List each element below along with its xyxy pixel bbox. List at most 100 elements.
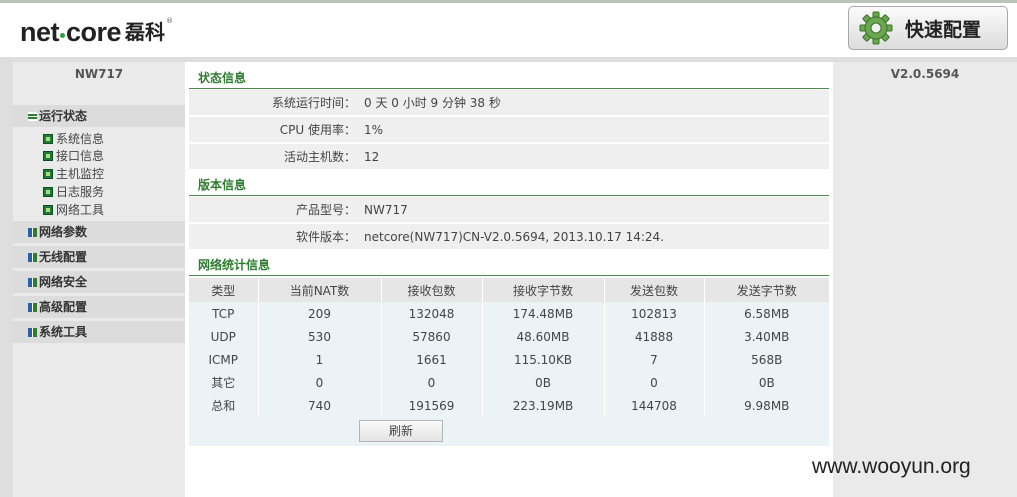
info-label: CPU 使用率： — [279, 123, 356, 137]
column-header: 接收包数 — [380, 278, 482, 302]
column-header: 接收字节数 — [481, 278, 604, 302]
logo-registered-mark: ® — [166, 17, 174, 25]
sidebar-item-interface-info[interactable]: 接口信息 — [43, 148, 104, 165]
table-row: UDP 530 57860 48.60MB 41888 3.40MB — [189, 325, 829, 348]
net-stats-table: 类型 当前NAT数 接收包数 接收字节数 发送包数 发送字节数 TCP 209 … — [189, 278, 829, 417]
table-cell: 530 — [257, 325, 381, 348]
expand-icon — [28, 278, 37, 287]
logo-text-net: net — [20, 17, 60, 47]
bullet-icon — [43, 205, 53, 215]
table-cell: 48.60MB — [481, 325, 604, 348]
sidebar-section-label: 网络参数 — [39, 225, 88, 239]
column-header: 类型 — [189, 278, 258, 302]
table-cell: 115.10KB — [481, 348, 604, 371]
sidebar-section-run-status[interactable]: 运行状态 — [13, 105, 185, 127]
info-row-active-hosts: 活动主机数： 12 — [189, 144, 829, 170]
sidebar-item-host-monitor[interactable]: 主机监控 — [43, 166, 104, 183]
table-row: TCP 209 132048 174.48MB 102813 6.58MB — [189, 302, 829, 325]
table-cell: 0 — [380, 371, 482, 394]
table-cell: UDP — [210, 329, 236, 344]
table-cell: 总和 — [211, 399, 236, 413]
table-cell: 132048 — [380, 302, 482, 325]
expand-icon — [28, 303, 37, 312]
logo-text-core: core — [66, 17, 122, 47]
table-cell: 223.19MB — [481, 394, 604, 417]
table-cell: 191569 — [380, 394, 482, 417]
expand-icon — [28, 228, 37, 237]
info-value: netcore(NW717)CN-V2.0.5694, 2013.10.17 1… — [364, 230, 664, 244]
sidebar-section-label: 无线配置 — [39, 250, 88, 264]
main-panel: 状态信息 系统运行时间： 0 天 0 小时 9 分钟 38 秒 CPU 使用率：… — [185, 62, 833, 497]
table-cell: 3.40MB — [703, 325, 829, 348]
sidebar-item-label: 接口信息 — [56, 149, 105, 163]
sidebar-section-label: 网络安全 — [39, 275, 88, 289]
sidebar-section-label: 系统工具 — [39, 325, 88, 339]
info-row-cpu: CPU 使用率： 1% — [189, 117, 829, 143]
collapse-icon — [28, 112, 37, 121]
table-cell: 9.98MB — [703, 394, 829, 417]
refresh-button[interactable]: 刷新 — [359, 420, 443, 442]
refresh-area: 刷新 — [189, 416, 829, 446]
top-header: net core 磊科 ® 快速配置 — [0, 0, 1017, 57]
table-cell: 740 — [257, 394, 381, 417]
sidebar-section-system-tools[interactable]: 系统工具 — [13, 321, 185, 343]
column-header: 发送字节数 — [703, 278, 829, 302]
expand-icon — [28, 328, 37, 337]
watermark: www.wooyun.org — [812, 455, 971, 478]
section-title-net-stats: 网络统计信息 — [189, 253, 829, 276]
info-value: 12 — [364, 150, 380, 164]
table-cell: 0B — [703, 371, 829, 394]
sidebar-section-wireless[interactable]: 无线配置 — [13, 246, 185, 268]
sidebar-item-label: 主机监控 — [56, 167, 105, 181]
table-row: 总和 740 191569 223.19MB 144708 9.98MB — [189, 394, 829, 417]
info-label: 活动主机数： — [283, 150, 356, 164]
info-value: NW717 — [364, 203, 408, 217]
netcore-logo: net core 磊科 ® — [20, 17, 173, 47]
table-cell: 144708 — [603, 394, 704, 417]
bullet-icon — [43, 169, 53, 179]
table-cell: 0 — [257, 371, 381, 394]
right-panel: V2.0.5694 — [833, 62, 1017, 497]
table-cell: 6.58MB — [703, 302, 829, 325]
section-title-version: 版本信息 — [189, 173, 829, 196]
sidebar-section-label: 高级配置 — [39, 300, 88, 314]
column-header: 当前NAT数 — [257, 278, 381, 302]
sidebar: NW717 运行状态 系统信息 接口信息 主机监控 日志服务 网络工具 网络参数… — [13, 62, 185, 497]
table-cell: TCP — [212, 306, 235, 321]
logo-dot — [60, 33, 65, 38]
info-value: 1% — [364, 123, 384, 137]
sidebar-item-network-tools[interactable]: 网络工具 — [43, 202, 104, 219]
sidebar-section-label: 运行状态 — [39, 109, 88, 123]
info-label: 产品型号： — [295, 203, 356, 217]
gear-icon — [859, 11, 893, 45]
quick-config-label: 快速配置 — [905, 18, 982, 41]
sidebar-item-label: 日志服务 — [56, 185, 105, 199]
top-accent-line — [0, 0, 1017, 3]
section-title-status: 状态信息 — [189, 66, 829, 89]
info-row-software-version: 软件版本： netcore(NW717)CN-V2.0.5694, 2013.1… — [189, 224, 829, 250]
sidebar-item-system-info[interactable]: 系统信息 — [43, 131, 104, 148]
info-value: 0 天 0 小时 9 分钟 38 秒 — [364, 96, 501, 110]
table-cell: 7 — [603, 348, 704, 371]
sidebar-section-network-params[interactable]: 网络参数 — [13, 221, 185, 243]
table-header-row: 类型 当前NAT数 接收包数 接收字节数 发送包数 发送字节数 — [189, 278, 829, 302]
table-cell: 1 — [257, 348, 381, 371]
table-cell: 0B — [481, 371, 604, 394]
info-label: 软件版本： — [295, 230, 356, 244]
bullet-icon — [43, 187, 53, 197]
sidebar-item-log-service[interactable]: 日志服务 — [43, 184, 104, 201]
sidebar-model-name: NW717 — [74, 67, 124, 81]
table-cell: 0 — [603, 371, 704, 394]
sidebar-section-security[interactable]: 网络安全 — [13, 271, 185, 293]
expand-icon — [28, 253, 37, 262]
table-cell: 568B — [703, 348, 829, 371]
table-cell: 209 — [257, 302, 381, 325]
column-header: 发送包数 — [603, 278, 704, 302]
arrow-icon — [43, 134, 53, 144]
quick-config-button[interactable]: 快速配置 — [848, 6, 1008, 50]
info-row-uptime: 系统运行时间： 0 天 0 小时 9 分钟 38 秒 — [189, 90, 829, 116]
table-cell: 174.48MB — [481, 302, 604, 325]
info-label: 系统运行时间： — [271, 96, 356, 110]
sidebar-section-advanced[interactable]: 高级配置 — [13, 296, 185, 318]
table-cell: 41888 — [603, 325, 704, 348]
